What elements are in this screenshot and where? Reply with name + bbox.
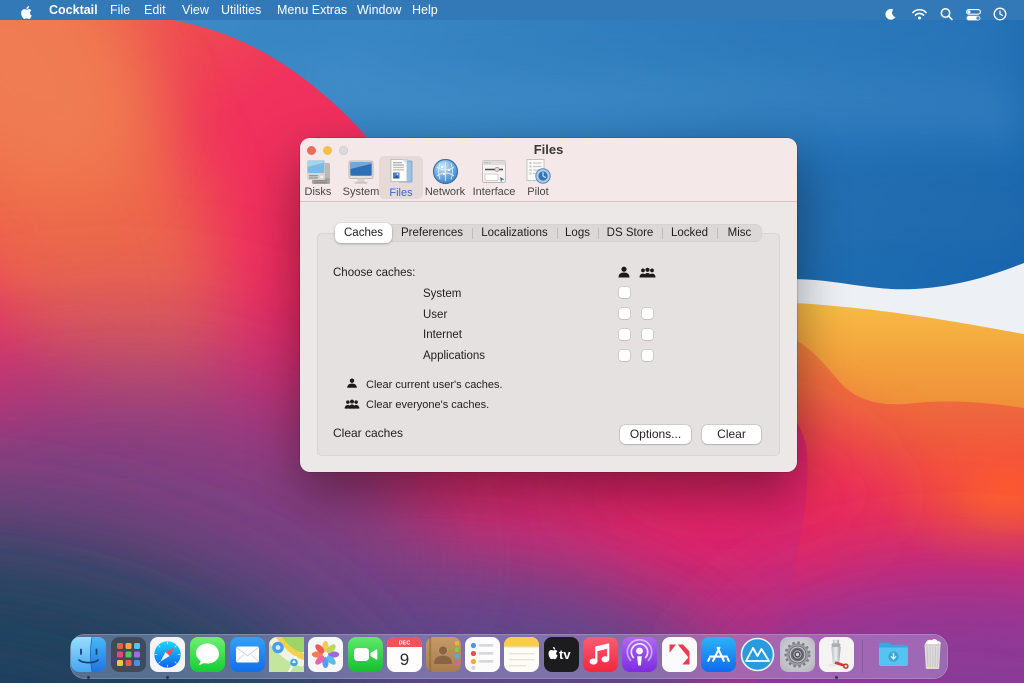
svg-text:DEC: DEC [398, 641, 410, 647]
svg-text:tv: tv [559, 647, 571, 662]
svg-text:9: 9 [399, 650, 408, 669]
